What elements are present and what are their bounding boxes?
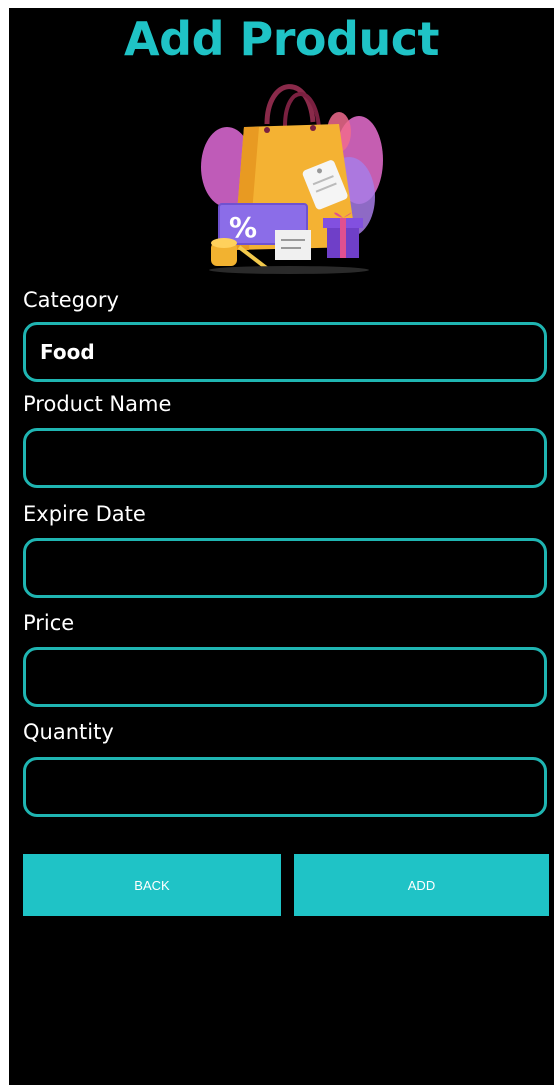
- quantity-label: Quantity: [23, 720, 114, 744]
- coupon-percent-label: %: [229, 211, 257, 244]
- price-label: Price: [23, 611, 75, 635]
- expire-date-field[interactable]: [23, 538, 547, 598]
- screen: Add Product % Category Food Product Name…: [9, 8, 554, 1085]
- price-input[interactable]: [40, 665, 530, 689]
- price-field[interactable]: [23, 647, 547, 707]
- product-name-field[interactable]: [23, 428, 547, 488]
- category-input[interactable]: [40, 340, 530, 364]
- quantity-field[interactable]: [23, 757, 547, 817]
- back-button[interactable]: BACK: [23, 854, 281, 916]
- shopping-bag-illustration-icon: %: [201, 84, 383, 274]
- page-title: Add Product: [124, 12, 439, 66]
- add-button[interactable]: ADD: [294, 854, 549, 916]
- product-name-label: Product Name: [23, 392, 172, 416]
- quantity-input[interactable]: [40, 775, 530, 799]
- category-field[interactable]: [23, 322, 547, 382]
- expire-date-label: Expire Date: [23, 502, 146, 526]
- product-name-input[interactable]: [40, 446, 530, 470]
- expire-date-input[interactable]: [40, 556, 530, 580]
- category-label: Category: [23, 288, 119, 312]
